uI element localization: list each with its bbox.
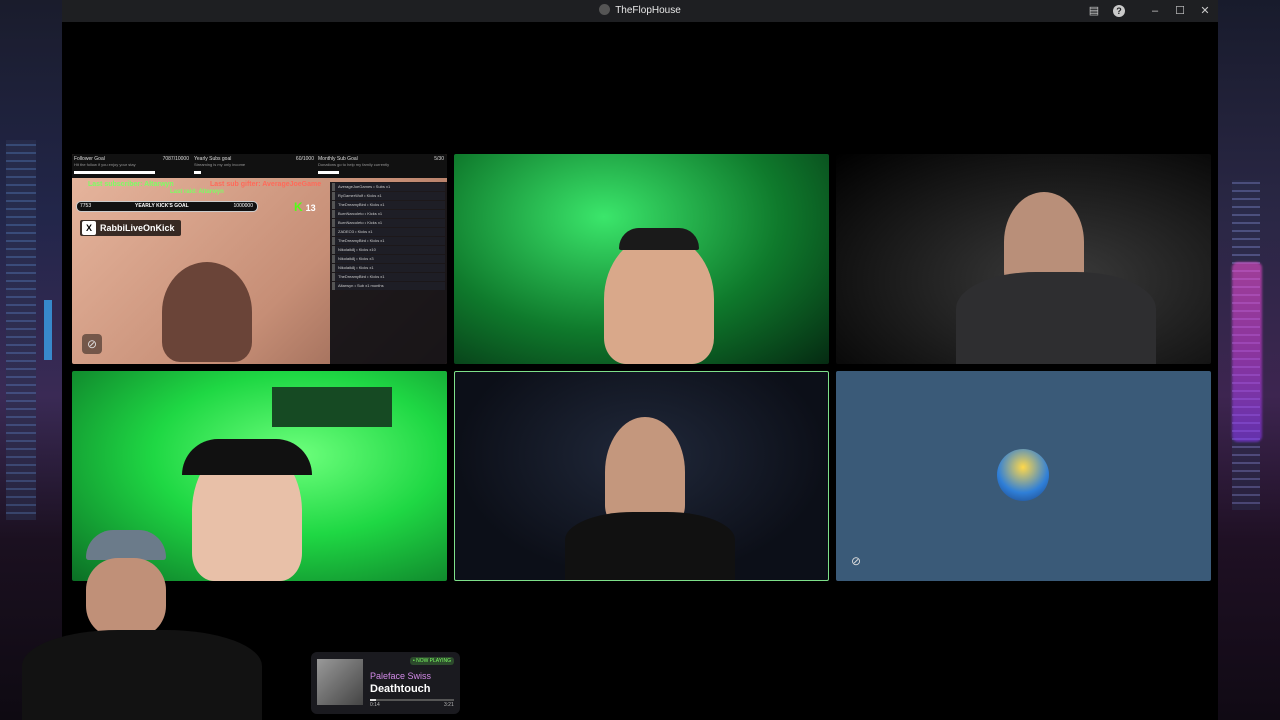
kick-goal-label: YEARLY KICK'S GOAL	[135, 203, 189, 209]
now-playing-badge: • NOW PLAYING	[409, 657, 454, 665]
avatar	[997, 449, 1049, 501]
participant-video	[162, 262, 252, 362]
goal-progress-bar	[318, 171, 339, 174]
track-duration: 3:21	[444, 702, 454, 708]
app-logo-icon	[599, 4, 611, 15]
minimize-button[interactable]: –	[1147, 3, 1163, 19]
neon-sign	[1232, 262, 1262, 442]
headphones-graphic	[619, 228, 699, 250]
track-elapsed: 0:14	[370, 702, 380, 708]
title-bar: TheFlopHouse ▤ ? – ☐ ✕	[62, 0, 1218, 22]
album-art	[317, 659, 363, 705]
host-cap	[86, 530, 166, 560]
goal-value: 60/1000	[295, 156, 314, 162]
goal-desc: Hit the follow if you enjoy your stay	[74, 162, 136, 167]
feed-item: AverageJoeGames • Subs x1	[332, 183, 445, 191]
social-handle: X RabbiLiveOnKick	[80, 220, 181, 236]
close-button[interactable]: ✕	[1197, 3, 1213, 19]
goal-yearly-subs: Yearly Subs goal 60/1000 Streaming is my…	[194, 156, 314, 174]
goal-progress-bar	[74, 171, 155, 174]
feed-item: Nikolaik8j • Kicks x1	[332, 264, 445, 272]
mic-muted-icon: ⊘	[850, 554, 862, 568]
goal-progress-bar	[194, 171, 201, 174]
last-raid: Last raid: Altarwyn	[170, 189, 224, 195]
feed-item: Nikolaik8j • Kicks x10	[332, 246, 445, 254]
help-icon[interactable]: ?	[1111, 3, 1127, 19]
maximize-button[interactable]: ☐	[1172, 3, 1188, 19]
participant-video	[604, 234, 714, 364]
participant-video	[605, 417, 685, 527]
goal-desc: Donations go to help my family currently	[318, 162, 390, 167]
kick-goal-current: 7753	[80, 203, 92, 209]
feed-item: BurnNarcoleto • Kicks x1	[332, 210, 445, 218]
background-city-right	[1216, 0, 1280, 720]
wall-poster	[272, 387, 392, 427]
goal-desc: Streaming is my only income	[194, 162, 246, 167]
participant-shirt	[956, 272, 1156, 364]
kick-counter: K 13	[294, 200, 316, 214]
last-sub-gifter: Last sub gifter: AverageJoeGame	[210, 181, 322, 188]
goal-monthly-subs: Monthly Sub Goal 5/30 Donations go to he…	[318, 156, 444, 174]
event-feed: AverageJoeGames • Subs x1 RyGamerWolf • …	[330, 182, 447, 364]
track-progress-fill	[370, 699, 376, 701]
video-tile-5-active[interactable]	[454, 371, 829, 581]
feed-item: BurnNarcoleto • Kicks x1	[332, 219, 445, 227]
goal-follower: Follower Goal 7087/10000 Hit the follow …	[74, 156, 189, 174]
window-title-text: TheFlopHouse	[615, 5, 681, 16]
host-webcam	[22, 530, 262, 720]
stream-goals-bar: Follower Goal 7087/10000 Hit the follow …	[72, 154, 447, 178]
x-logo-icon: X	[82, 221, 96, 235]
goal-value: 5/30	[434, 156, 444, 162]
video-tile-3[interactable]	[836, 154, 1211, 364]
feed-item: RyGamerWolf • Kicks x1	[332, 192, 445, 200]
participant-shirt	[565, 512, 735, 580]
video-tile-2[interactable]	[454, 154, 829, 364]
feed-item: TheDreamyBird • Kicks x1	[332, 237, 445, 245]
feed-item: Nikolaik8j • Kicks x3	[332, 255, 445, 263]
feed-item: TheDreamyBird • Kicks x1	[332, 201, 445, 209]
video-tile-6-avatar[interactable]: ⊘	[836, 371, 1211, 581]
track-title: Deathtouch	[370, 683, 431, 695]
video-tile-1[interactable]: Follower Goal 7087/10000 Hit the follow …	[72, 154, 447, 364]
feed-item: TheDreamyBird • Kicks x1	[332, 273, 445, 281]
last-subscriber: Last subscriber: Altarwyn	[88, 181, 174, 188]
goal-value: 7087/10000	[162, 156, 189, 162]
handle-text: RabbiLiveOnKick	[100, 223, 175, 233]
feed-item: Altarwyn • Sub x1 months	[332, 282, 445, 290]
kick-count: 13	[305, 203, 316, 213]
artist-name: Paleface Swiss	[370, 671, 432, 681]
window-title: TheFlopHouse	[62, 4, 1218, 16]
inbox-icon[interactable]: ▤	[1086, 3, 1102, 19]
now-playing-widget: • NOW PLAYING Paleface Swiss Deathtouch …	[311, 652, 460, 714]
headphones-graphic	[182, 439, 312, 475]
host-shirt	[22, 630, 262, 720]
kick-goal-bar: 7753 YEARLY KICK'S GOAL 1000000	[76, 201, 258, 212]
feed-item: ZADEO3 • Kicks x1	[332, 228, 445, 236]
screen-share-off-icon[interactable]: ⊘	[82, 334, 102, 354]
kick-goal-target: 1000000	[233, 203, 253, 209]
host-face	[86, 558, 166, 638]
track-progress-bar	[370, 699, 454, 701]
